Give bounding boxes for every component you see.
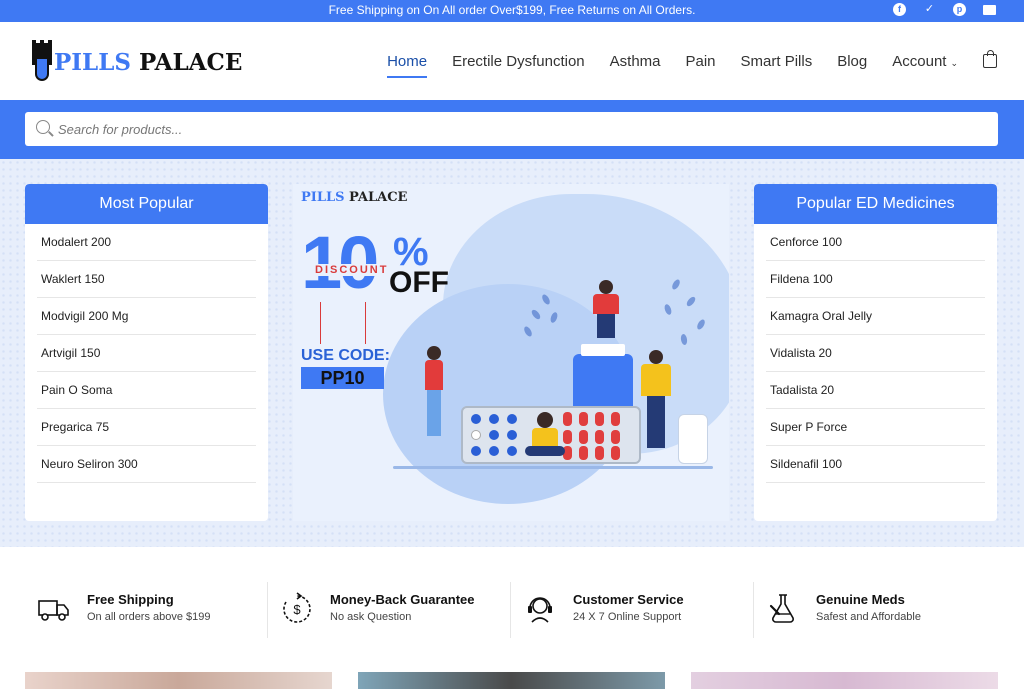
shopping-bag-icon[interactable] [983,50,997,68]
brand-name: PILLS PALACE [54,48,243,76]
feature-money-back: $ Money-Back Guarantee No ask Question [268,582,511,638]
nav-pain[interactable]: Pain [686,47,716,76]
product-thumbnails [0,672,1024,689]
list-item[interactable]: Artvigil 150 [37,335,256,372]
list-item[interactable]: Modvigil 200 Mg [37,298,256,335]
thumbnail-image[interactable] [25,672,332,689]
discount-label: DISCOUNT [313,264,391,276]
list-item[interactable]: Sildenafil 100 [766,446,985,483]
feature-subtitle: On all orders above $199 [87,611,211,623]
nav-account[interactable]: Account ⌄ [892,47,958,76]
nav-asthma[interactable]: Asthma [610,47,661,76]
money-back-icon: $ [283,592,311,623]
nav-erectile-dysfunction[interactable]: Erectile Dysfunction [452,47,585,76]
headset-icon [528,597,552,623]
mail-icon[interactable] [983,5,996,15]
discount-number: 10 [301,221,379,304]
feature-genuine-meds: Genuine Meds Safest and Affordable [754,582,997,638]
site-header: PILLS PALACE Home Erectile Dysfunction A… [0,22,1024,100]
pinterest-icon[interactable]: p [953,3,966,16]
list-item[interactable]: Modalert 200 [37,224,256,261]
list-item[interactable]: Fildena 100 [766,261,985,298]
feature-title: Free Shipping [87,592,174,607]
feature-title: Genuine Meds [816,592,905,607]
search-icon [36,120,50,134]
most-popular-list: Modalert 200 Waklert 150 Modvigil 200 Mg… [25,224,268,483]
list-item[interactable]: Vidalista 20 [766,335,985,372]
person-illustration [641,350,671,448]
announcement-text: Free Shipping on On All order Over$199, … [328,3,696,17]
off-label: OFF [389,266,449,299]
nav-home[interactable]: Home [387,47,428,78]
popular-ed-list: Cenforce 100 Fildena 100 Kamagra Oral Je… [754,224,997,483]
castle-pill-logo-icon [32,40,52,81]
list-item[interactable]: Waklert 150 [37,261,256,298]
main-nav: Home Erectile Dysfunction Asthma Pain Sm… [387,22,1024,100]
list-item[interactable]: Pregarica 75 [37,409,256,446]
hero-section: Most Popular Modalert 200 Waklert 150 Mo… [0,159,1024,547]
announcement-bar: Free Shipping on On All order Over$199, … [0,0,1024,22]
chevron-down-icon: ⌄ [950,57,958,68]
truck-icon [38,600,69,621]
list-item[interactable]: Cenforce 100 [766,224,985,261]
twitter-icon[interactable]: ✓ [923,3,936,16]
thumbnail-image[interactable] [691,672,998,689]
svg-text:$: $ [293,602,301,617]
person-illustration [593,280,619,338]
search-band [0,100,1024,159]
feature-customer-service: Customer Service 24 X 7 Online Support [511,582,754,638]
site-logo[interactable]: PILLS PALACE [32,40,243,82]
most-popular-title: Most Popular [25,184,268,224]
person-illustration [525,412,565,456]
feature-title: Money-Back Guarantee [330,592,475,607]
feature-subtitle: No ask Question [330,611,412,623]
most-popular-panel: Most Popular Modalert 200 Waklert 150 Mo… [25,184,268,521]
banner-logo: PILLS PALACE [301,190,408,205]
nav-blog[interactable]: Blog [837,47,867,76]
feature-free-shipping: Free Shipping On all orders above $199 [25,582,268,638]
list-item[interactable]: Tadalista 20 [766,372,985,409]
pill-bottle-illustration [573,344,633,414]
list-item[interactable]: Neuro Seliron 300 [37,446,256,483]
search-box [25,112,998,146]
search-input[interactable] [58,112,988,146]
popular-ed-panel: Popular ED Medicines Cenforce 100 Filden… [754,184,997,521]
popular-ed-title: Popular ED Medicines [754,184,997,224]
promo-code: PP10 [301,367,384,389]
lab-flask-icon [769,594,794,623]
feature-subtitle: 24 X 7 Online Support [573,611,682,623]
features-strip: Free Shipping On all orders above $199 $… [0,547,1024,667]
list-item[interactable]: Super P Force [766,409,985,446]
nav-account-label: Account [892,52,947,70]
promo-banner[interactable]: PILLS PALACE 10 DISCOUNT % OFF USE CODE:… [293,184,729,521]
thumbnail-image[interactable] [358,672,665,689]
feature-subtitle: Safest and Affordable [816,611,921,623]
list-item[interactable]: Pain O Soma [37,372,256,409]
feature-title: Customer Service [573,592,684,607]
person-illustration [425,346,443,436]
use-code-label: USE CODE: [301,347,390,364]
list-item[interactable]: Kamagra Oral Jelly [766,298,985,335]
facebook-icon[interactable]: f [893,3,906,16]
nav-smart-pills[interactable]: Smart Pills [741,47,813,76]
social-links: f ✓ p [893,3,996,16]
